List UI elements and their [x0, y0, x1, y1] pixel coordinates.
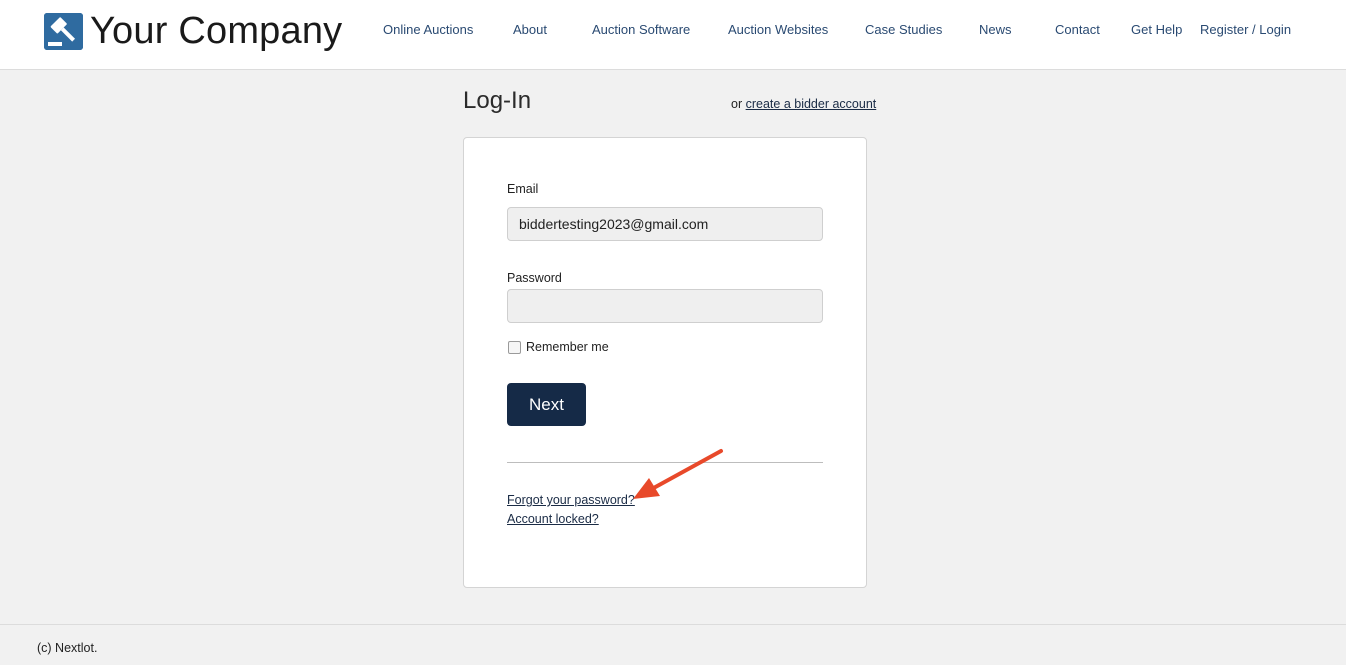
page-title: Log-In: [463, 87, 532, 114]
login-card: Email Password Remember me Next Forgot y…: [463, 137, 867, 588]
nav-about[interactable]: About: [513, 22, 547, 37]
nav-get-help[interactable]: Get Help: [1131, 22, 1182, 37]
email-label: Email: [507, 182, 539, 196]
main-nav: Online Auctions About Auction Software A…: [0, 22, 1346, 38]
create-account-prompt: or create a bidder account: [731, 97, 876, 111]
nav-case-studies[interactable]: Case Studies: [865, 22, 942, 37]
password-field[interactable]: [507, 289, 823, 323]
nav-contact[interactable]: Contact: [1055, 22, 1100, 37]
nav-news[interactable]: News: [979, 22, 1012, 37]
next-button[interactable]: Next: [507, 383, 586, 426]
nav-auction-websites[interactable]: Auction Websites: [728, 22, 828, 37]
password-label: Password: [507, 271, 562, 285]
forgot-password-link[interactable]: Forgot your password?: [507, 493, 635, 507]
create-bidder-account-link[interactable]: create a bidder account: [746, 97, 877, 111]
account-locked-link[interactable]: Account locked?: [507, 512, 599, 526]
email-field[interactable]: [507, 207, 823, 241]
nav-online-auctions[interactable]: Online Auctions: [383, 22, 473, 37]
remember-me-label[interactable]: Remember me: [526, 340, 609, 354]
site-footer: (c) Nextlot.: [0, 624, 1346, 665]
copyright-text: (c) Nextlot.: [37, 641, 98, 655]
remember-me-checkbox[interactable]: [508, 341, 521, 354]
nav-auction-software[interactable]: Auction Software: [592, 22, 690, 37]
site-header: Your Company Online Auctions About Aucti…: [0, 0, 1346, 70]
alt-prefix: or: [731, 97, 743, 111]
divider: [507, 462, 823, 463]
nav-register-login[interactable]: Register / Login: [1200, 22, 1291, 37]
